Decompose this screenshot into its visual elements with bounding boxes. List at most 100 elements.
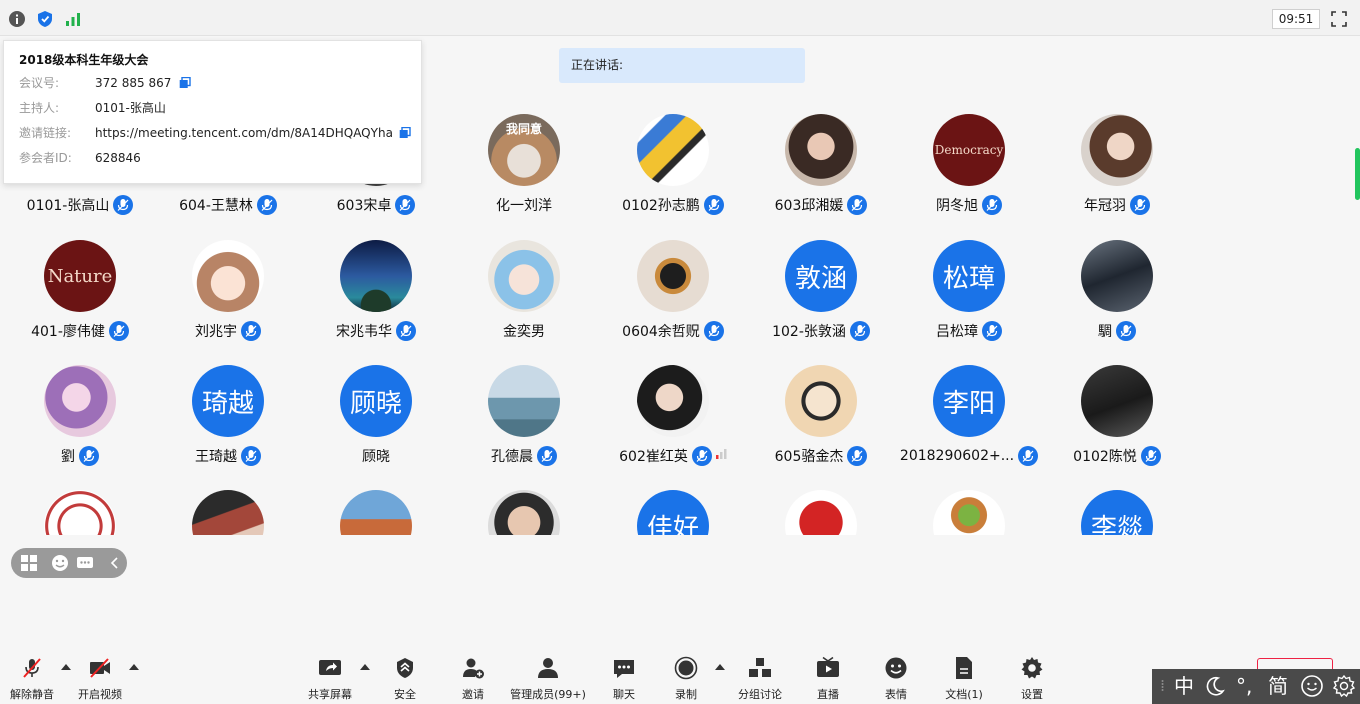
participant-tile[interactable]: 李燚 <box>1042 476 1192 535</box>
avatar: Democracy <box>933 114 1005 186</box>
ime-punctuation-toggle[interactable]: °, <box>1236 673 1252 699</box>
participant-name-line: 0604余哲贶 <box>598 321 748 341</box>
participant-name: 0101-张高山 <box>26 198 110 214</box>
ime-emoji-icon[interactable] <box>1300 674 1324 698</box>
avatar-photo <box>637 365 709 437</box>
video-options-caret[interactable] <box>129 664 139 670</box>
participant-name-line: 宋兆韦华 <box>301 321 451 341</box>
avatar: 顾晓 <box>340 365 412 437</box>
participant-name: 604-王慧林 <box>179 198 253 214</box>
mic-icon <box>108 321 129 341</box>
document-icon <box>956 657 972 679</box>
avatar-photo <box>340 490 412 535</box>
avatar-word: Nature <box>44 240 116 312</box>
avatar <box>1081 240 1153 312</box>
meeting-info-popup: 2018级本科生年级大会 会议号: 372 885 867 主持人: 0101-张高… <box>3 40 422 184</box>
participant-tile[interactable]: Democracy 阴冬旭 <box>894 100 1044 220</box>
settings-button[interactable]: 设置 <box>992 656 1072 701</box>
participant-tile[interactable]: 0604余哲贶 <box>598 226 748 346</box>
participant-tile[interactable]: 605骆金杰 <box>746 351 896 471</box>
mic-icon <box>537 446 557 466</box>
participant-tile[interactable]: 騆 <box>1042 226 1192 346</box>
top-bar: 09:51 <box>0 0 1360 36</box>
participant-tile[interactable]: 劉 <box>5 351 155 471</box>
participant-name: 金奕男 <box>503 324 545 340</box>
record-button[interactable]: 录制 <box>646 656 726 701</box>
participant-tile[interactable]: 0102陈悦 <box>1042 351 1192 471</box>
avatar <box>1081 365 1153 437</box>
participant-tile[interactable] <box>5 476 155 535</box>
participant-name: 宋兆韦华 <box>336 324 392 340</box>
avatar <box>488 365 560 437</box>
copy-icon[interactable] <box>179 77 191 89</box>
side-handle[interactable] <box>1355 148 1360 200</box>
participant-name-line: 0102陈悦 <box>1042 446 1192 466</box>
chat-bubble-icon[interactable] <box>76 554 94 572</box>
invite-button[interactable]: 邀请 <box>433 656 513 701</box>
participant-tile[interactable]: 刘兆宇 <box>153 226 303 346</box>
signal-icon[interactable] <box>64 10 82 28</box>
avatar-photo <box>1081 114 1153 186</box>
participant-name: 602崔红英 <box>619 449 688 465</box>
invite-label: 邀请 <box>462 688 484 701</box>
chevron-left-icon[interactable] <box>106 554 124 572</box>
moon-icon[interactable] <box>1204 675 1226 697</box>
participant-name: 0102孙志鹏 <box>622 198 700 214</box>
avatar <box>785 114 857 186</box>
participant-tile[interactable]: 603邱湘媛 <box>746 100 896 220</box>
participant-name: 孔德晨 <box>491 449 533 465</box>
layout-icon[interactable] <box>20 554 38 572</box>
ime-script-toggle[interactable]: 简 <box>1268 673 1288 699</box>
participant-tile[interactable]: 0102孙志鹏 <box>598 100 748 220</box>
record-label: 录制 <box>675 688 697 701</box>
emoji-icon[interactable] <box>51 554 69 572</box>
avatar <box>340 490 412 535</box>
video-off-icon <box>90 658 110 678</box>
avatar-initials: 佳好 <box>637 490 709 535</box>
avatar-photo <box>488 490 560 535</box>
mic-muted-icon <box>23 658 41 678</box>
ime-language-toggle[interactable]: 中 <box>1174 673 1194 699</box>
participant-tile[interactable] <box>746 476 896 535</box>
manage-members-button[interactable]: 管理成员(99+) <box>508 656 588 701</box>
participant-tile[interactable]: 松璋 吕松璋 <box>894 226 1044 346</box>
participant-tile[interactable]: 孔德晨 <box>449 351 599 471</box>
participant-tile[interactable]: 李阳 2018290602+... <box>894 351 1044 471</box>
participant-tile[interactable] <box>301 476 451 535</box>
participant-tile[interactable]: 金奕男 <box>449 226 599 346</box>
invite-link-row: 邀请链接: https://meeting.tencent.com/dm/8A14… <box>19 125 393 141</box>
participant-tile[interactable] <box>894 476 1044 535</box>
participant-tile[interactable]: 顾晓 顾晓 <box>301 351 451 471</box>
participant-tile[interactable]: 宋兆韦华 <box>301 226 451 346</box>
participant-tile[interactable] <box>153 476 303 535</box>
ime-grip-icon[interactable]: ⁞ <box>1160 673 1165 699</box>
mic-icon <box>1130 195 1150 215</box>
start-video-button[interactable]: 开启视频 <box>60 656 140 701</box>
participant-tile[interactable]: 602崔红英 <box>598 351 748 471</box>
fullscreen-icon[interactable] <box>1330 10 1348 28</box>
shield-icon[interactable] <box>36 10 54 28</box>
copy-link-icon[interactable] <box>399 127 411 139</box>
participant-name: 劉 <box>61 449 75 465</box>
participant-tile[interactable]: 佳好 <box>598 476 748 535</box>
avatar <box>637 365 709 437</box>
mic-icon <box>256 195 277 215</box>
participant-tile[interactable] <box>449 476 599 535</box>
participant-tile[interactable]: 琦越 王琦越 <box>153 351 303 471</box>
participant-tile[interactable]: Nature 401-廖伟健 <box>5 226 155 346</box>
participant-tile[interactable]: 年冠羽 <box>1042 100 1192 220</box>
avatar <box>192 490 264 535</box>
avatar: 我同意 <box>488 114 560 186</box>
info-icon[interactable] <box>8 10 26 28</box>
participant-tile[interactable]: 敦涵 102-张敦涵 <box>746 226 896 346</box>
avatar-photo <box>488 240 560 312</box>
participant-name-line: 604-王慧林 <box>153 195 303 215</box>
host-label: 主持人: <box>19 101 60 115</box>
participant-name: 騆 <box>1098 324 1112 340</box>
participant-tile[interactable]: 我同意 化一刘洋 <box>449 100 599 220</box>
invite-link-value[interactable]: https://meeting.tencent.com/dm/8A14DHQAQ… <box>95 126 393 140</box>
meeting-timer: 09:51 <box>1272 9 1320 29</box>
share-screen-label: 共享屏幕 <box>308 688 352 701</box>
share-screen-button[interactable]: 共享屏幕 <box>290 656 370 701</box>
ime-settings-icon[interactable] <box>1332 674 1356 698</box>
